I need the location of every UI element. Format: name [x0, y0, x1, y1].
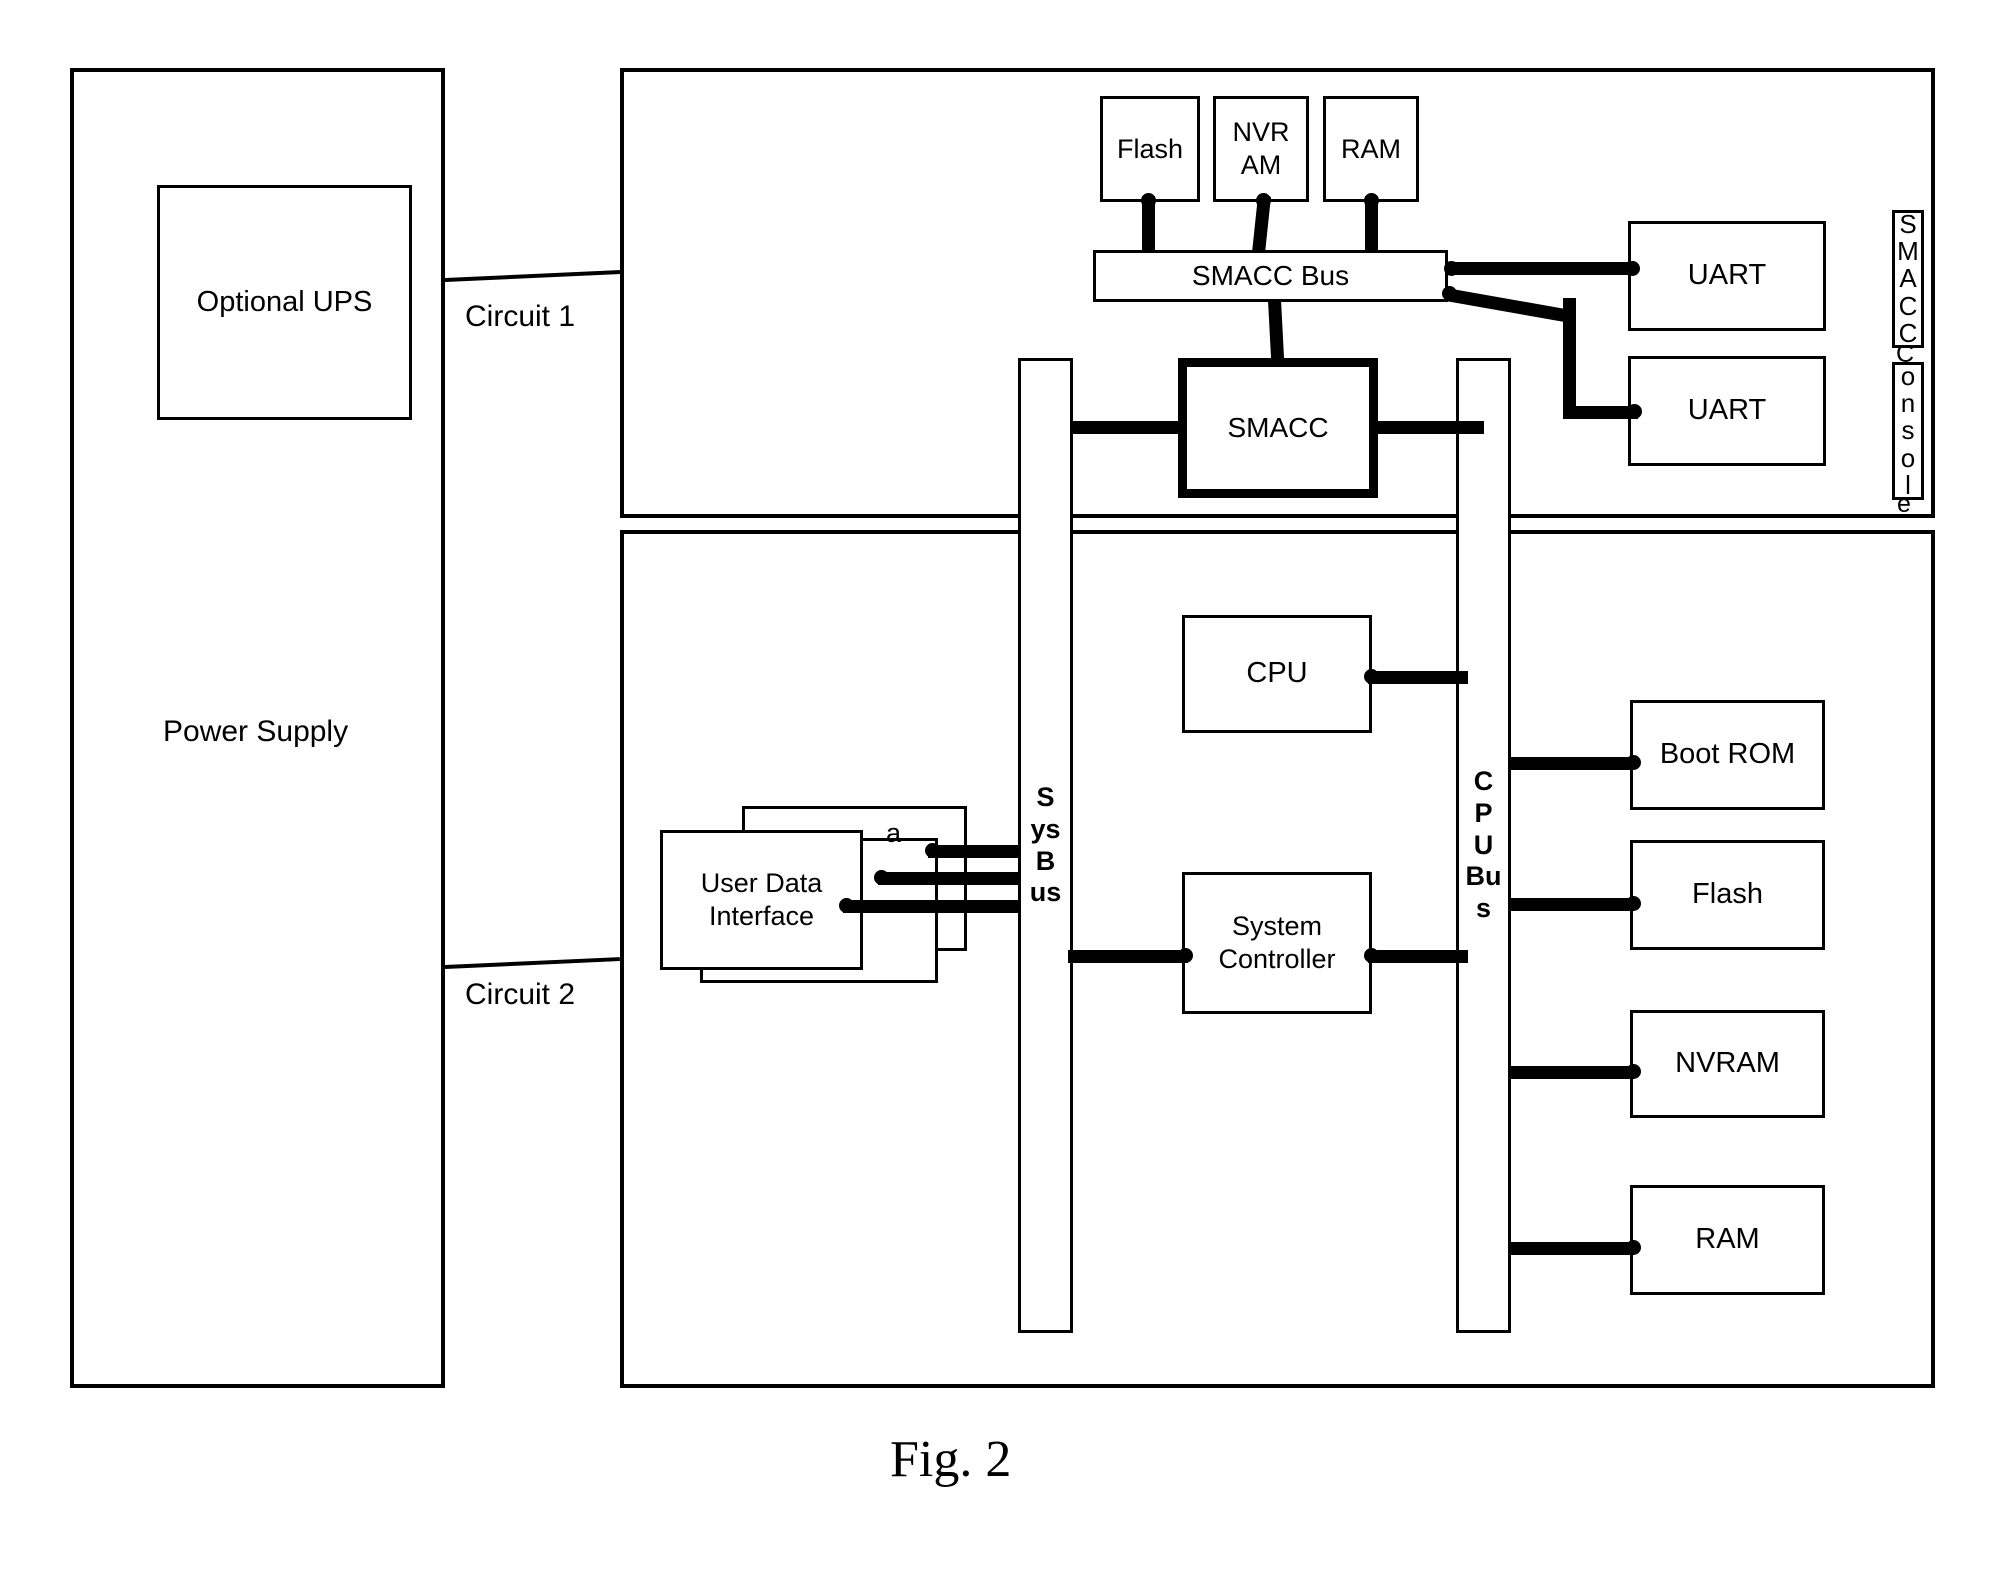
system-controller-label-line1: System	[1231, 911, 1323, 942]
uart2-vertical-wire	[1563, 298, 1576, 418]
circuit2-boot-rom-box: Boot ROM	[1630, 700, 1825, 810]
system-controller-output-dot	[1364, 948, 1379, 963]
ram-input-dot	[1626, 1240, 1641, 1255]
circuit1-lead-line	[444, 270, 621, 282]
circuit1-uart-1-box: UART	[1628, 221, 1826, 331]
nvram-input-dot	[1626, 1064, 1641, 1079]
smacc-console-label-part1: S M A C C	[1892, 210, 1924, 348]
cpu-bus-to-ram-wire	[1508, 1242, 1630, 1255]
system-controller-label-line2: Controller	[1218, 944, 1336, 974]
circuit1-nvram-label-line2: AM	[1240, 150, 1282, 180]
cpu-bus-to-nvram-wire	[1508, 1066, 1630, 1079]
circuit1-uart-2-box: UART	[1628, 356, 1826, 466]
console-letter-m: M	[1897, 236, 1919, 267]
circuit2-flash-label: Flash	[1692, 878, 1763, 911]
circuit2-lead-line	[444, 957, 620, 969]
system-controller-box: System Controller	[1182, 872, 1372, 1014]
circuit2-ram-box: RAM	[1630, 1185, 1825, 1295]
cpu-output-dot	[1364, 669, 1379, 684]
cpu-bus-to-flash-wire	[1508, 898, 1630, 911]
flash-input-dot	[1626, 896, 1641, 911]
sys-bus-letter-4: us	[1029, 877, 1062, 908]
sys-bus-letter-1: S	[1036, 781, 1055, 812]
cpu-bus-letter-1: C	[1473, 765, 1494, 796]
circuit1-ram-label: RAM	[1341, 133, 1401, 164]
boot-rom-input-dot	[1626, 755, 1641, 770]
sys-bus-to-system-controller-wire	[1068, 950, 1188, 963]
uart2-input-dot	[1627, 404, 1642, 419]
udi-wire1-dot	[925, 843, 940, 858]
cpu-to-cpu-bus-wire	[1368, 671, 1468, 684]
udi-to-sys-bus-wire-2	[878, 872, 1018, 885]
console-letter-c2: C	[1898, 317, 1918, 348]
cpu-box: CPU	[1182, 615, 1372, 733]
smacc-controller-box: SMACC	[1178, 358, 1378, 498]
smacc-bus-to-uart1-wire	[1448, 262, 1636, 275]
user-data-interface-label-line1: User Data	[700, 868, 823, 899]
sys-bus-column: S ys B us	[1018, 358, 1073, 1333]
cpu-label: CPU	[1246, 657, 1308, 690]
system-controller-to-cpu-bus-wire	[1368, 950, 1468, 963]
circuit1-label: Circuit 1	[465, 300, 576, 333]
optional-ups-box: Optional UPS	[157, 185, 412, 420]
circuit1-flash-label: Flash	[1116, 133, 1184, 164]
circuit1-uart-2-label: UART	[1687, 394, 1767, 427]
ram-bus-junction-dot	[1364, 193, 1379, 208]
figure-2-block-diagram: Power Supply Optional UPS Circuit 1 Circ…	[0, 0, 2010, 1571]
console-letter-c1: C	[1898, 290, 1918, 321]
flash-bus-junction-dot	[1141, 193, 1156, 208]
console-letter-n: n	[1900, 388, 1916, 419]
udi-to-sys-bus-wire-3	[843, 900, 1018, 913]
uart1-bus-junction-dot	[1444, 261, 1459, 276]
user-data-interface-hidden-letter: a	[886, 818, 902, 848]
console-letter-s2: s	[1901, 415, 1915, 446]
circuit1-nvram-label-line1: NVR	[1232, 117, 1290, 148]
circuit1-nvram-box: NVR AM	[1213, 96, 1309, 202]
cpu-bus-letter-4: Bu	[1465, 861, 1502, 892]
console-letter-a: A	[1899, 263, 1917, 294]
nvram-bus-junction-dot	[1256, 193, 1271, 208]
user-data-interface-box: User Data Interface	[660, 830, 863, 970]
circuit2-label: Circuit 2	[465, 978, 576, 1011]
smacc-to-cpu-bus-wire	[1374, 421, 1484, 434]
smacc-bus-label: SMACC Bus	[1191, 259, 1350, 291]
cpu-bus-to-boot-rom-wire	[1508, 757, 1630, 770]
user-data-interface-label-line2: Interface	[708, 901, 815, 931]
cpu-bus-column: C P U Bu s	[1456, 358, 1511, 1333]
circuit1-flash-box: Flash	[1100, 96, 1200, 202]
circuit2-boot-rom-label: Boot ROM	[1659, 738, 1796, 771]
cpu-bus-letter-5: s	[1475, 893, 1492, 924]
circuit1-ram-box: RAM	[1323, 96, 1419, 202]
sys-bus-letter-2: ys	[1030, 813, 1061, 844]
cpu-bus-letter-2: P	[1474, 797, 1493, 828]
cpu-bus-letter-3: U	[1473, 829, 1494, 860]
udi-wire2-dot	[874, 870, 889, 885]
udi-wire3-dot	[839, 898, 854, 913]
circuit2-flash-box: Flash	[1630, 840, 1825, 950]
smacc-to-sys-bus-wire	[1073, 421, 1183, 434]
console-letter-o2: o	[1900, 442, 1916, 473]
figure-caption: Fig. 2	[890, 1431, 1012, 1488]
circuit1-uart-1-label: UART	[1687, 259, 1767, 292]
uart1-input-dot	[1625, 261, 1640, 276]
circuit2-nvram-box: NVRAM	[1630, 1010, 1825, 1118]
circuit2-nvram-label: NVRAM	[1675, 1047, 1780, 1080]
smacc-console-label-part2: o n s o l	[1892, 362, 1924, 500]
uart2-bus-junction-dot	[1442, 286, 1457, 301]
sys-bus-letter-3: B	[1035, 845, 1056, 876]
optional-ups-label: Optional UPS	[196, 285, 373, 318]
console-letter-s: S	[1899, 208, 1917, 239]
console-letter-l: l	[1905, 469, 1911, 500]
power-supply-title: Power Supply	[163, 715, 349, 748]
udi-to-sys-bus-wire-1	[928, 845, 1018, 858]
smacc-bus-bar: SMACC Bus	[1093, 250, 1448, 302]
circuit2-ram-label: RAM	[1695, 1223, 1760, 1256]
console-letter-o1: o	[1900, 360, 1916, 391]
system-controller-input-dot	[1178, 948, 1193, 963]
smacc-controller-label: SMACC	[1227, 411, 1329, 443]
